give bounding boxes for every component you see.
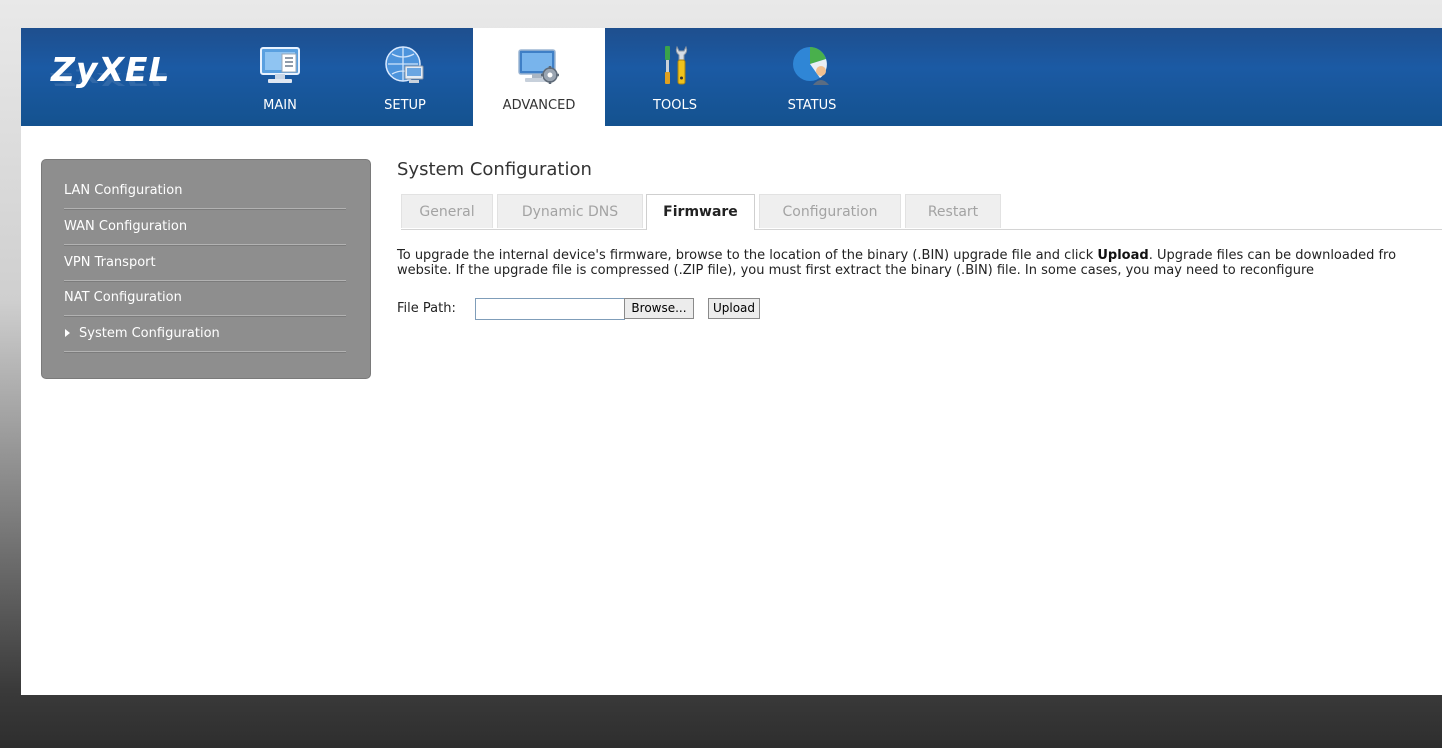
top-navigation-bar: ZyXEL ZyXEL MAIN SETUP ADVANCED TOOLS ST… xyxy=(21,28,1442,132)
sidebar-item-lan-configuration[interactable]: LAN Configuration xyxy=(64,173,346,209)
tab-restart[interactable]: Restart xyxy=(905,194,1001,228)
description-line-2: website. If the upgrade file is compress… xyxy=(397,263,1314,278)
description-text: . Upgrade files can be downloaded fro xyxy=(1148,248,1397,263)
nav-tab-advanced-label: ADVANCED xyxy=(502,98,576,113)
nav-tab-tools[interactable]: TOOLS xyxy=(609,28,741,126)
file-path-input[interactable] xyxy=(475,298,625,320)
browse-button[interactable]: Browse... xyxy=(624,298,694,319)
description-line-1: To upgrade the internal device's firmwar… xyxy=(397,248,1442,263)
monitor-gear-icon xyxy=(518,49,559,84)
sidebar-item-label: LAN Configuration xyxy=(64,183,183,198)
description-text: To upgrade the internal device's firmwar… xyxy=(397,248,1098,263)
nav-tab-status[interactable]: STATUS xyxy=(746,28,878,126)
globe-computer-icon xyxy=(385,46,424,83)
tab-firmware[interactable]: Firmware xyxy=(646,194,755,230)
nav-tab-status-label: STATUS xyxy=(787,98,837,113)
status-pie-icon xyxy=(793,47,829,85)
nav-tab-tools-label: TOOLS xyxy=(653,98,697,113)
sidebar-item-label: System Configuration xyxy=(79,326,220,341)
upload-button[interactable]: Upload xyxy=(708,298,760,319)
file-path-label: File Path: xyxy=(397,301,456,316)
sidebar-menu: LAN Configuration WAN Configuration VPN … xyxy=(41,159,371,379)
tab-general[interactable]: General xyxy=(401,194,493,228)
sidebar-item-vpn-transport[interactable]: VPN Transport xyxy=(64,245,346,281)
tab-configuration[interactable]: Configuration xyxy=(759,194,901,228)
nav-tab-main-label: MAIN xyxy=(263,98,297,113)
sidebar-item-label: VPN Transport xyxy=(64,255,156,270)
sidebar-item-label: WAN Configuration xyxy=(64,219,188,234)
logo-reflection: ZyXEL xyxy=(51,68,171,90)
sidebar-item-system-configuration[interactable]: System Configuration xyxy=(64,316,346,352)
page-title: System Configuration xyxy=(397,159,592,180)
monitor-document-icon xyxy=(260,47,300,83)
arrow-right-icon xyxy=(65,329,70,337)
tools-icon xyxy=(665,45,688,85)
sidebar-item-wan-configuration[interactable]: WAN Configuration xyxy=(64,209,346,245)
sidebar-item-nat-configuration[interactable]: NAT Configuration xyxy=(64,280,346,316)
nav-tab-setup[interactable]: SETUP xyxy=(339,28,471,126)
firmware-upgrade-description: To upgrade the internal device's firmwar… xyxy=(397,248,1442,278)
description-upload-emphasis: Upload xyxy=(1097,248,1149,263)
content-tabs: General Dynamic DNS Firmware Configurati… xyxy=(401,194,1442,230)
sidebar-item-label: NAT Configuration xyxy=(64,290,182,305)
nav-tab-main[interactable]: MAIN xyxy=(214,28,346,126)
nav-tab-setup-label: SETUP xyxy=(384,98,426,113)
router-admin-page: ZyXEL ZyXEL MAIN SETUP ADVANCED TOOLS ST… xyxy=(21,28,1442,695)
tab-dynamic-dns[interactable]: Dynamic DNS xyxy=(497,194,643,228)
nav-tab-advanced[interactable]: ADVANCED xyxy=(473,28,605,132)
